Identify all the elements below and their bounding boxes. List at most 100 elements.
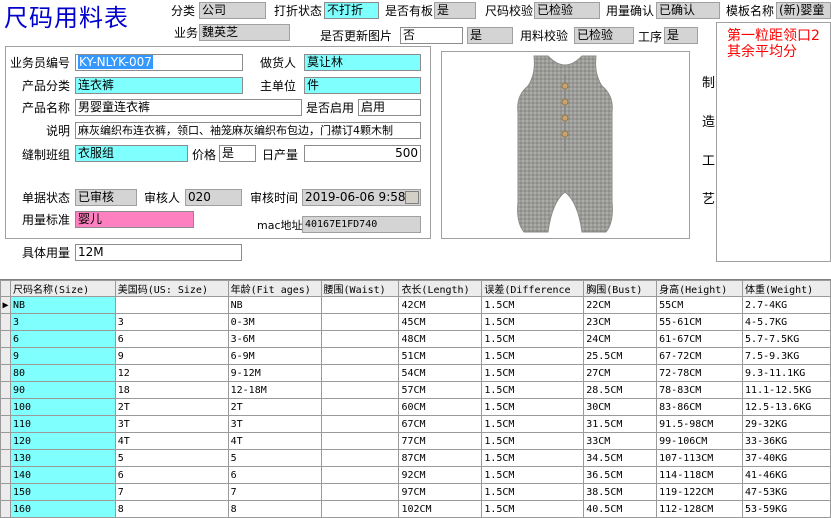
table-cell[interactable]: 1.5CM [481,500,585,518]
table-cell[interactable]: 12-18M [227,381,322,399]
table-cell[interactable]: 91.5-98CM [656,415,744,433]
table-cell[interactable]: 54CM [398,364,483,382]
table-row[interactable]: 100 2T 2T 60CM 1.5CM 30CM 83-86CM 12.5-13.6KG [0,398,831,416]
table-cell[interactable]: 5.7-7.5KG [742,330,831,348]
table-cell[interactable]: 30CM [583,398,658,416]
row-selector[interactable] [0,364,11,382]
row-selector[interactable] [0,415,11,433]
table-cell[interactable]: 9.3-11.1KG [742,364,831,382]
table-cell[interactable]: 4T [227,432,322,450]
table-cell[interactable]: 119-122CM [656,483,744,501]
table-cell[interactable]: 8 [227,500,322,518]
table-cell[interactable]: 3 [9,313,116,331]
discount-status-field[interactable]: 不打折 [324,2,379,19]
table-cell[interactable]: 1.5CM [481,364,585,382]
row-selector[interactable] [0,500,11,518]
table-cell[interactable]: 7.5-9.3KG [742,347,831,365]
table-cell[interactable]: 48CM [398,330,483,348]
row-selector[interactable] [0,449,11,467]
product-category-field[interactable]: 连衣裤 [75,77,243,94]
table-cell[interactable]: 1.5CM [481,330,585,348]
table-cell[interactable]: 1.5CM [481,347,585,365]
salesperson-field[interactable]: 魏英芝 [199,24,290,41]
table-cell[interactable]: 57CM [398,381,483,399]
table-cell[interactable]: 114-118CM [656,466,744,484]
table-cell[interactable]: 4T [114,432,229,450]
table-cell[interactable]: 92CM [398,466,483,484]
size-check-field[interactable]: 已检验 [534,2,600,19]
maker-field[interactable]: 莫让林 [304,54,421,71]
table-cell[interactable]: 1.5CM [481,466,585,484]
row-selector[interactable] [0,330,11,348]
doc-status-field[interactable]: 已审核 [75,189,137,206]
table-cell[interactable]: 2.7-4KG [742,296,831,314]
row-selector[interactable] [0,398,11,416]
table-cell[interactable]: 3T [114,415,229,433]
table-cell[interactable]: 51CM [398,347,483,365]
table-cell[interactable]: 31.5CM [583,415,658,433]
table-cell[interactable]: 60CM [398,398,483,416]
table-cell[interactable] [320,381,400,399]
col-fit-ages[interactable]: 年龄(Fit ages) [227,280,322,297]
col-weight[interactable]: 体重(Weight) [742,280,831,297]
table-cell[interactable]: 1.5CM [481,313,585,331]
reviewer-field[interactable]: 020 [185,189,242,206]
table-cell[interactable]: 47-53KG [742,483,831,501]
col-difference[interactable]: 误差(Difference [481,280,585,297]
table-cell[interactable] [320,313,400,331]
table-cell[interactable] [320,364,400,382]
specific-usage-field[interactable]: 12M [75,244,242,261]
table-cell[interactable] [320,415,400,433]
table-cell[interactable]: 67CM [398,415,483,433]
table-cell[interactable]: 27CM [583,364,658,382]
table-cell[interactable]: 40.5CM [583,500,658,518]
product-name-field[interactable]: 男婴童连衣裤 [75,99,302,116]
table-cell[interactable] [320,432,400,450]
table-row[interactable]: 90 18 12-18M 57CM 1.5CM 28.5CM 78-83CM 11.1-12.… [0,381,831,399]
table-cell[interactable]: 1.5CM [481,381,585,399]
table-row[interactable]: 110 3T 3T 67CM 1.5CM 31.5CM 91.5-98CM 29-32KG [0,415,831,433]
table-cell[interactable]: 33CM [583,432,658,450]
sewing-team-field[interactable]: 衣服组 [75,145,188,162]
table-cell[interactable] [320,466,400,484]
table-cell[interactable]: 5 [114,449,229,467]
table-row[interactable]: 120 4T 4T 77CM 1.5CM 33CM 99-106CM 33-36KG [0,432,831,450]
table-cell[interactable]: 2T [227,398,322,416]
table-cell[interactable]: 29-32KG [742,415,831,433]
sales-no-field[interactable]: KY-NLYK-007 [75,54,243,71]
table-cell[interactable]: 12 [114,364,229,382]
table-cell[interactable]: 6 [114,466,229,484]
table-cell[interactable]: 1.5CM [481,449,585,467]
price-field[interactable]: 是 [219,145,256,162]
table-cell[interactable]: 1.5CM [481,296,585,314]
table-cell[interactable]: 97CM [398,483,483,501]
row-selector[interactable] [0,483,11,501]
table-cell[interactable]: 110 [9,415,116,433]
table-cell[interactable] [320,483,400,501]
table-cell[interactable]: 22CM [583,296,658,314]
table-cell[interactable]: 150 [9,483,116,501]
table-row[interactable]: 160 8 8 102CM 1.5CM 40.5CM 112-128CM 53-59KG [0,500,831,518]
category-field[interactable]: 公司 [199,2,266,19]
table-cell[interactable]: 1.5CM [481,415,585,433]
size-table[interactable]: 尺码名称(Size) 美国码(US: Size) 年龄(Fit ages) 腰围… [0,279,831,518]
table-cell[interactable]: 160 [9,500,116,518]
table-cell[interactable]: 90 [9,381,116,399]
daily-output-field[interactable]: 500 [304,145,421,162]
table-cell[interactable]: 61-67CM [656,330,744,348]
has-board-field[interactable]: 是 [434,2,476,19]
material-check-field[interactable]: 已检验 [574,27,634,44]
col-us-size[interactable]: 美国码(US: Size) [114,280,229,297]
process-field[interactable]: 是 [664,27,698,44]
table-cell[interactable]: 7 [114,483,229,501]
table-cell[interactable]: 37-40KG [742,449,831,467]
table-cell[interactable]: 6 [9,330,116,348]
update-image-field[interactable]: 否 [400,27,463,44]
table-cell[interactable]: 4-5.7KG [742,313,831,331]
table-cell[interactable]: 77CM [398,432,483,450]
table-cell[interactable]: 130 [9,449,116,467]
row-selector[interactable] [0,313,11,331]
table-cell[interactable]: 87CM [398,449,483,467]
table-cell[interactable]: 7 [227,483,322,501]
table-cell[interactable] [320,398,400,416]
